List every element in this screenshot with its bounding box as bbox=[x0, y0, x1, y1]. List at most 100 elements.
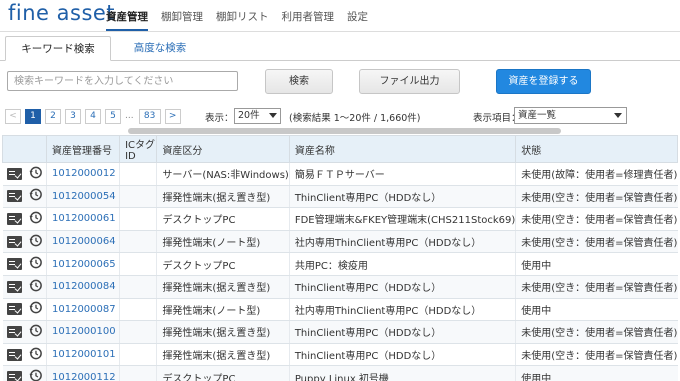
nav-inventory-list[interactable]: 棚卸リスト bbox=[216, 9, 269, 31]
asset-number-link[interactable]: 1012000101 bbox=[52, 349, 116, 360]
column-header-category[interactable]: 資産区分 bbox=[156, 135, 290, 163]
tab-advanced-search[interactable]: 高度な検索 bbox=[120, 36, 200, 61]
asset-number-link[interactable]: 1012000012 bbox=[52, 168, 116, 179]
history-icon[interactable] bbox=[28, 165, 43, 183]
row-actions bbox=[2, 343, 47, 367]
pagination-page-4[interactable]: 4 bbox=[85, 108, 101, 124]
file-export-button[interactable]: ファイル出力 bbox=[359, 69, 460, 94]
display-count-select[interactable]: 20件 bbox=[234, 108, 281, 124]
edit-list-icon[interactable] bbox=[6, 167, 22, 180]
pagination-page-3[interactable]: 3 bbox=[65, 108, 81, 124]
pagination-ellipsis: ... bbox=[125, 111, 134, 121]
cell-asset-number: 1012000061 bbox=[45, 207, 120, 231]
asset-number-link[interactable]: 1012000064 bbox=[52, 236, 116, 247]
cell-status: 使用中 bbox=[515, 365, 678, 381]
column-header-status[interactable]: 状態 bbox=[515, 135, 678, 163]
cell-status: 未使用(空き：使用者=保管責任者) bbox=[515, 230, 678, 254]
table-row: 1012000012 サーバー(NAS:非Windows) 簡易ＦＴＰサーバー 未使用… bbox=[2, 162, 678, 186]
cell-status: 未使用(空き：使用者=保管責任者) bbox=[515, 185, 678, 209]
cell-ic-tag bbox=[119, 207, 157, 231]
asset-number-link[interactable]: 1012000065 bbox=[52, 259, 116, 270]
nav-settings[interactable]: 設定 bbox=[347, 9, 368, 31]
edit-list-icon[interactable] bbox=[6, 371, 22, 381]
pagination-page-5[interactable]: 5 bbox=[105, 108, 121, 124]
cell-status: 未使用(空き：使用者=保管責任者) bbox=[515, 320, 678, 344]
cell-asset-name: 簡易ＦＴＰサーバー bbox=[288, 162, 516, 186]
asset-number-link[interactable]: 1012000054 bbox=[52, 191, 116, 202]
cell-status: 使用中 bbox=[515, 252, 678, 276]
display-count-label: 表示： bbox=[205, 113, 234, 124]
tab-keyword-search[interactable]: キーワード検索 bbox=[5, 36, 111, 61]
cell-ic-tag bbox=[119, 275, 157, 299]
register-asset-button[interactable]: 資産を登録する bbox=[496, 69, 591, 94]
asset-number-link[interactable]: 1012000061 bbox=[52, 213, 116, 224]
nav-inventory-management[interactable]: 棚卸管理 bbox=[161, 9, 203, 31]
pagination-page-last[interactable]: 83 bbox=[138, 108, 161, 124]
history-icon[interactable] bbox=[28, 210, 43, 228]
history-icon[interactable] bbox=[28, 300, 43, 318]
cell-asset-name: Puppy Linux 初号機 bbox=[288, 365, 516, 381]
edit-list-icon[interactable] bbox=[6, 303, 22, 316]
nav-asset-management[interactable]: 資産管理 bbox=[106, 9, 148, 31]
history-icon[interactable] bbox=[28, 233, 43, 251]
edit-list-icon[interactable] bbox=[6, 258, 22, 271]
asset-number-link[interactable]: 1012000112 bbox=[52, 372, 116, 381]
asset-number-link[interactable]: 1012000100 bbox=[52, 326, 116, 337]
history-icon[interactable] bbox=[28, 278, 43, 296]
cell-asset-name: 共用PC：検疫用 bbox=[288, 252, 516, 276]
pagination-page-2[interactable]: 2 bbox=[45, 108, 61, 124]
brand-logo[interactable]: fine asset bbox=[8, 1, 115, 25]
cell-asset-name: FDE管理端末&FKEY管理端末(CHS211Stock69) bbox=[288, 207, 516, 231]
table-header-row: 資産管理番号 ICタグ ID 資産区分 資産名称 状態 bbox=[2, 135, 678, 163]
horizontal-scrollbar[interactable] bbox=[128, 128, 561, 134]
column-header-asset-number[interactable]: 資産管理番号 bbox=[45, 135, 121, 163]
edit-list-icon[interactable] bbox=[6, 235, 22, 248]
cell-ic-tag bbox=[119, 252, 157, 276]
asset-number-link[interactable]: 1012000084 bbox=[52, 281, 116, 292]
cell-asset-number: 1012000065 bbox=[45, 252, 120, 276]
asset-number-link[interactable]: 1012000087 bbox=[52, 304, 116, 315]
table-row: 1012000064 揮発性端末(ノート型) 社内専用ThinClient専用PC（… bbox=[2, 230, 678, 254]
cell-category: 揮発性端末(据え置き型) bbox=[156, 343, 290, 367]
display-items-select[interactable]: 資産一覧 bbox=[514, 107, 627, 124]
table-row: 1012000087 揮発性端末(ノート型) 社内専用ThinClient専用PC（… bbox=[2, 298, 678, 322]
keyword-search-input[interactable] bbox=[7, 71, 238, 91]
row-actions bbox=[2, 230, 47, 254]
display-count-value: 20件 bbox=[238, 110, 260, 121]
pagination-page-1[interactable]: 1 bbox=[25, 108, 41, 124]
column-header-actions bbox=[2, 135, 47, 163]
cell-status: 未使用(故障：使用者=修理責任者) bbox=[515, 162, 678, 186]
history-icon[interactable] bbox=[28, 346, 43, 364]
asset-table: 資産管理番号 ICタグ ID 資産区分 資産名称 状態 1012000012 サー… bbox=[2, 135, 678, 381]
pagination-prev[interactable]: < bbox=[5, 108, 21, 124]
table-row: 1012000065 デスクトップPC 共用PC：検疫用 使用中 bbox=[2, 252, 678, 276]
table-row: 1012000084 揮発性端末(据え置き型) ThinClient専用PC（HDD… bbox=[2, 275, 678, 299]
column-header-ic-tag[interactable]: ICタグ ID bbox=[119, 135, 158, 163]
cell-asset-number: 1012000112 bbox=[45, 365, 120, 381]
history-icon[interactable] bbox=[28, 187, 43, 205]
cell-status: 未使用(空き：使用者=保管責任者) bbox=[515, 343, 678, 367]
edit-list-icon[interactable] bbox=[6, 280, 22, 293]
history-icon[interactable] bbox=[28, 255, 43, 273]
table-row: 1012000061 デスクトップPC FDE管理端末&FKEY管理端末(CHS21… bbox=[2, 207, 678, 231]
cell-ic-tag bbox=[119, 185, 157, 209]
cell-category: 揮発性端末(ノート型) bbox=[156, 230, 290, 254]
column-header-asset-name[interactable]: 資産名称 bbox=[288, 135, 517, 163]
edit-list-icon[interactable] bbox=[6, 325, 22, 338]
nav-user-management[interactable]: 利用者管理 bbox=[282, 9, 335, 31]
cell-category: 揮発性端末(据え置き型) bbox=[156, 275, 290, 299]
cell-asset-number: 1012000101 bbox=[45, 343, 120, 367]
cell-asset-number: 1012000054 bbox=[45, 185, 120, 209]
edit-list-icon[interactable] bbox=[6, 212, 22, 225]
edit-list-icon[interactable] bbox=[6, 348, 22, 361]
top-bar: fine asset 資産管理 棚卸管理 棚卸リスト 利用者管理 設定 bbox=[0, 0, 680, 32]
search-button[interactable]: 検索 bbox=[265, 69, 333, 94]
display-items-value: 資産一覧 bbox=[518, 110, 557, 121]
history-icon[interactable] bbox=[28, 368, 43, 381]
history-icon[interactable] bbox=[28, 323, 43, 341]
chevron-down-icon bbox=[269, 113, 277, 118]
pagination-next[interactable]: > bbox=[164, 108, 181, 124]
cell-status: 使用中 bbox=[515, 298, 678, 322]
cell-category: 揮発性端末(据え置き型) bbox=[156, 185, 290, 209]
edit-list-icon[interactable] bbox=[6, 190, 22, 203]
